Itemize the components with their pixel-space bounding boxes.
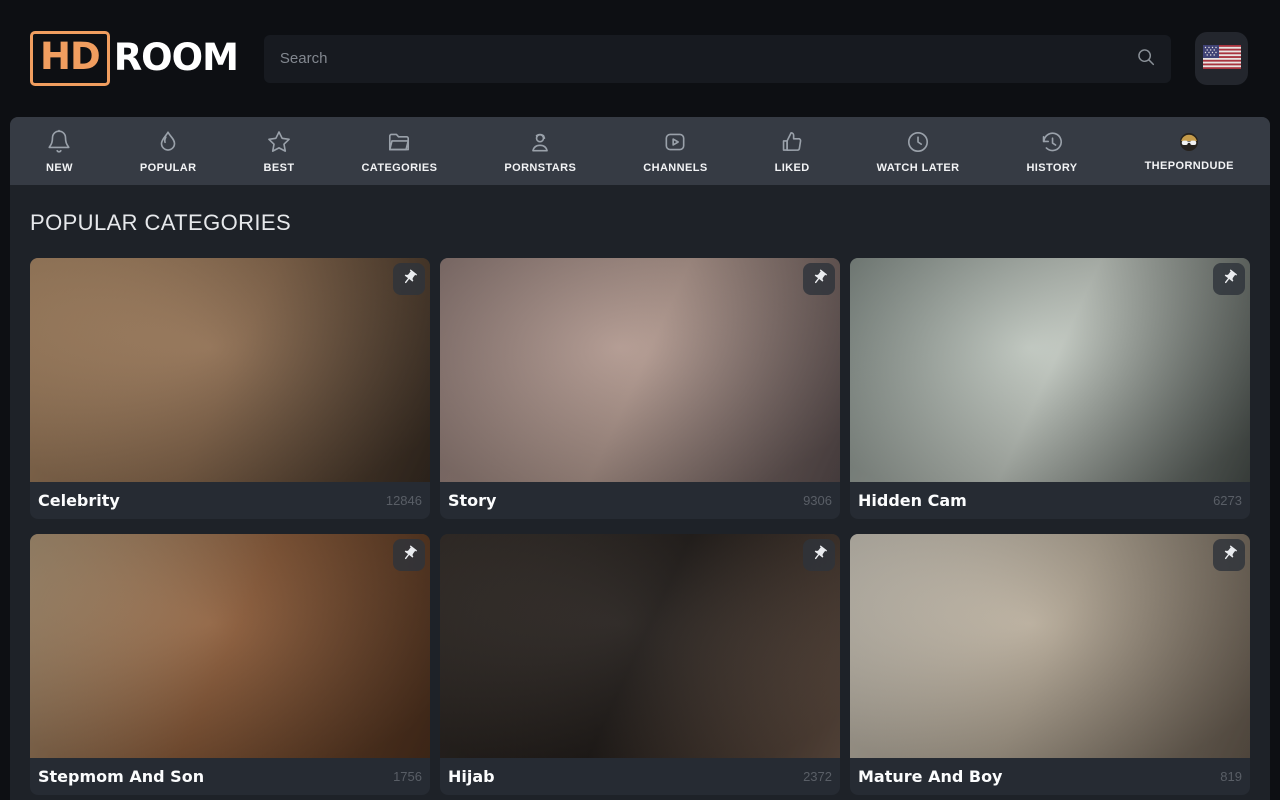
pushpin-icon xyxy=(401,545,418,565)
category-footer: Mature And Boy 819 xyxy=(850,758,1250,795)
site-header: HD ROOM xyxy=(0,0,1280,117)
category-thumbnail[interactable] xyxy=(850,534,1250,758)
category-count: 9306 xyxy=(803,493,832,508)
nav-item-liked[interactable]: LIKED xyxy=(765,117,820,185)
thumbnail-shade xyxy=(30,258,430,482)
clock-icon xyxy=(905,129,931,155)
flame-icon xyxy=(155,129,181,155)
category-count: 1756 xyxy=(393,769,422,784)
logo-room-text: ROOM xyxy=(114,36,238,80)
nav-item-popular[interactable]: POPULAR xyxy=(130,117,207,185)
nav-label: POPULAR xyxy=(140,162,197,174)
thumbs-up-icon xyxy=(779,129,805,155)
category-title: Hidden Cam xyxy=(858,491,967,510)
nav-item-new[interactable]: NEW xyxy=(36,117,83,185)
search-button[interactable] xyxy=(1129,42,1163,76)
nav-label: BEST xyxy=(264,162,295,174)
pin-button[interactable] xyxy=(393,263,425,295)
thumbnail-shade xyxy=(440,258,840,482)
pin-button[interactable] xyxy=(803,539,835,571)
nav-item-channels[interactable]: CHANNELS xyxy=(633,117,717,185)
us-flag-icon xyxy=(1203,45,1241,72)
pushpin-icon xyxy=(401,269,418,289)
nav-label: CATEGORIES xyxy=(361,162,437,174)
nav-label: WATCH LATER xyxy=(877,162,960,174)
nav-label: PORNSTARS xyxy=(504,162,576,174)
category-title: Story xyxy=(448,491,496,510)
category-footer: Hijab 2372 xyxy=(440,758,840,795)
nav-item-pornstars[interactable]: PORNSTARS xyxy=(494,117,586,185)
thumbnail-shade xyxy=(30,534,430,758)
logo-hd-box: HD xyxy=(30,31,110,85)
nav-item-theporndude[interactable]: THEPORNDUDE xyxy=(1135,117,1244,185)
category-card[interactable]: Hijab 2372 xyxy=(440,534,840,795)
pin-button[interactable] xyxy=(393,539,425,571)
category-thumbnail[interactable] xyxy=(440,534,840,758)
folder-icon xyxy=(386,129,412,155)
pushpin-icon xyxy=(811,269,828,289)
category-card[interactable]: Mature And Boy 819 xyxy=(850,534,1250,795)
category-thumbnail[interactable] xyxy=(30,534,430,758)
pin-button[interactable] xyxy=(1213,539,1245,571)
content-area: POPULAR CATEGORIES Celebrity 12846 Story 93… xyxy=(10,210,1270,795)
category-footer: Story 9306 xyxy=(440,482,840,519)
history-icon xyxy=(1039,129,1065,155)
nav-label: NEW xyxy=(46,162,73,174)
category-title: Hijab xyxy=(448,767,495,786)
thumbnail-shade xyxy=(850,534,1250,758)
category-title: Celebrity xyxy=(38,491,120,510)
category-count: 2372 xyxy=(803,769,832,784)
logo-hd-text: HD xyxy=(40,35,100,78)
category-count: 819 xyxy=(1220,769,1242,784)
thumbnail-shade xyxy=(440,534,840,758)
pushpin-icon xyxy=(1221,269,1238,289)
nav-item-categories[interactable]: CATEGORIES xyxy=(351,117,447,185)
bell-icon xyxy=(46,129,72,155)
category-footer: Hidden Cam 6273 xyxy=(850,482,1250,519)
nav-item-history[interactable]: HISTORY xyxy=(1016,117,1087,185)
category-title: Mature And Boy xyxy=(858,767,1002,786)
category-title: Stepmom And Son xyxy=(38,767,204,786)
pushpin-icon xyxy=(811,545,828,565)
nav-label: THEPORNDUDE xyxy=(1145,160,1234,172)
category-count: 12846 xyxy=(386,493,422,508)
dude-face-icon xyxy=(1178,131,1200,153)
pushpin-icon xyxy=(1221,545,1238,565)
star-icon xyxy=(266,129,292,155)
category-thumbnail[interactable] xyxy=(30,258,430,482)
pin-button[interactable] xyxy=(803,263,835,295)
category-thumbnail[interactable] xyxy=(850,258,1250,482)
person-icon xyxy=(527,129,553,155)
site-logo[interactable]: HD ROOM xyxy=(30,31,238,85)
category-thumbnail[interactable] xyxy=(440,258,840,482)
pin-button[interactable] xyxy=(1213,263,1245,295)
category-card[interactable]: Hidden Cam 6273 xyxy=(850,258,1250,519)
search-input[interactable] xyxy=(264,35,1171,83)
category-footer: Celebrity 12846 xyxy=(30,482,430,519)
category-card[interactable]: Story 9306 xyxy=(440,258,840,519)
nav-label: HISTORY xyxy=(1026,162,1077,174)
thumbnail-shade xyxy=(850,258,1250,482)
category-card[interactable]: Stepmom And Son 1756 xyxy=(30,534,430,795)
category-card[interactable]: Celebrity 12846 xyxy=(30,258,430,519)
nav-label: LIKED xyxy=(775,162,810,174)
nav-item-best[interactable]: BEST xyxy=(254,117,305,185)
language-button[interactable] xyxy=(1195,32,1248,85)
search-icon xyxy=(1135,46,1157,71)
search-bar xyxy=(264,35,1171,83)
nav-item-watch-later[interactable]: WATCH LATER xyxy=(867,117,970,185)
category-grid: Celebrity 12846 Story 9306 Hidden Cam 6273 Ste… xyxy=(30,258,1250,795)
nav-label: CHANNELS xyxy=(643,162,707,174)
main-navigation: NEW POPULAR BEST xyxy=(10,117,1270,185)
page-title: POPULAR CATEGORIES xyxy=(30,210,1250,236)
category-footer: Stepmom And Son 1756 xyxy=(30,758,430,795)
play-square-icon xyxy=(662,129,688,155)
category-count: 6273 xyxy=(1213,493,1242,508)
main-panel: NEW POPULAR BEST xyxy=(10,117,1270,800)
